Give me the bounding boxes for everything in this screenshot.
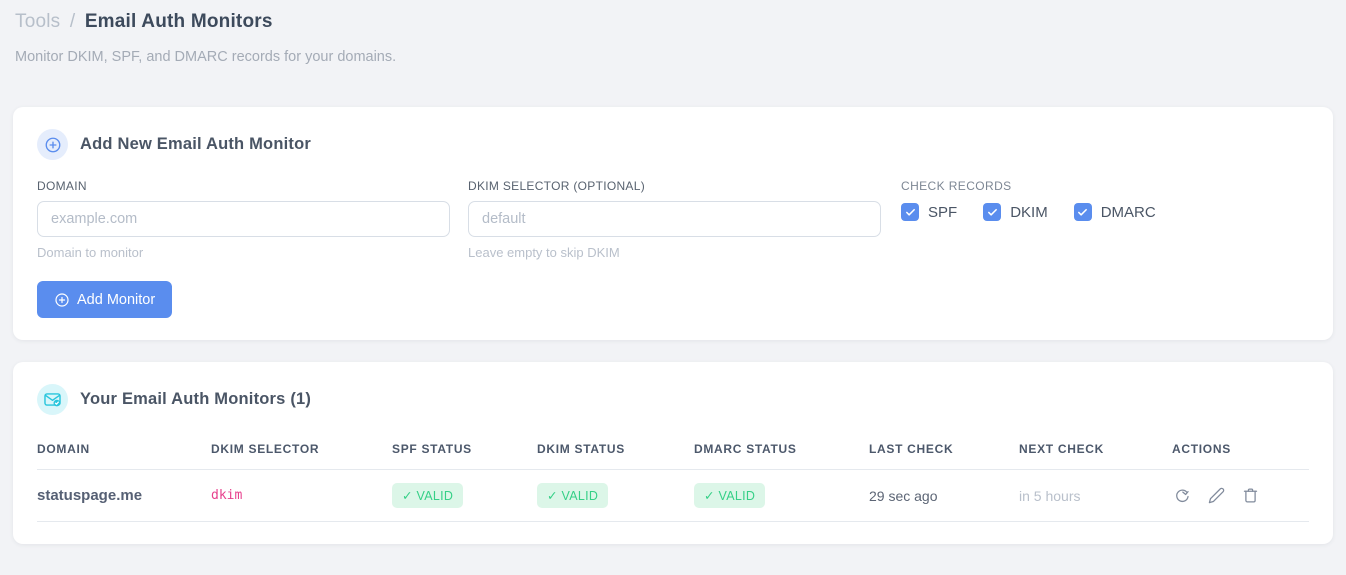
add-card-title: Add New Email Auth Monitor <box>80 135 311 153</box>
col-header-actions: ACTIONS <box>1172 434 1309 470</box>
page-subtitle: Monitor DKIM, SPF, and DMARC records for… <box>15 49 397 65</box>
domain-input[interactable] <box>37 201 450 237</box>
dkim-selector-field-group: DKIM SELECTOR (OPTIONAL) Leave empty to … <box>468 179 881 260</box>
monitors-card: Your Email Auth Monitors (1) DOMAIN DKIM… <box>13 362 1333 544</box>
table-row: statuspage.me dkim ✓ VALID ✓ VALID ✓ VAL… <box>37 469 1309 522</box>
trash-icon[interactable] <box>1240 485 1261 506</box>
add-monitor-button-label: Add Monitor <box>77 291 156 308</box>
monitor-dkim-selector: dkim <box>211 469 392 522</box>
breadcrumb: Tools / Email Auth Monitors <box>15 11 1333 33</box>
domain-helper: Domain to monitor <box>37 245 144 260</box>
monitors-card-title: Your Email Auth Monitors (1) <box>80 390 312 408</box>
add-card-header: Add New Email Auth Monitor <box>37 129 1309 160</box>
dmarc-checkbox[interactable]: DMARC <box>1073 203 1156 221</box>
col-header-last-check: LAST CHECK <box>869 434 1019 470</box>
add-monitor-button[interactable]: Add Monitor <box>37 281 173 318</box>
spf-status-badge: ✓ VALID <box>392 483 464 508</box>
monitors-card-header: Your Email Auth Monitors (1) <box>37 384 1309 415</box>
page-title: Email Auth Monitors <box>84 11 273 32</box>
col-header-dmarc-status: DMARC STATUS <box>694 434 869 470</box>
col-header-domain: DOMAIN <box>37 434 211 470</box>
breadcrumb-tools-link[interactable]: Tools <box>15 11 60 32</box>
col-header-spf-status: SPF STATUS <box>392 434 537 470</box>
dkim-checkbox-label: DKIM <box>1010 203 1048 221</box>
edit-pencil-icon[interactable] <box>1206 485 1227 506</box>
dkim-selector-label: DKIM SELECTOR (OPTIONAL) <box>468 179 646 193</box>
col-header-dkim-status: DKIM STATUS <box>537 434 694 470</box>
domain-label: DOMAIN <box>37 179 87 193</box>
circle-plus-icon <box>54 292 70 308</box>
check-records-label: CHECK RECORDS <box>901 179 1012 193</box>
domain-field-group: DOMAIN Domain to monitor <box>37 179 450 260</box>
checkbox-checked-icon <box>901 203 919 221</box>
breadcrumb-separator: / <box>69 11 76 32</box>
col-header-dkim-selector: DKIM SELECTOR <box>211 434 392 470</box>
dkim-selector-input[interactable] <box>468 201 881 237</box>
monitors-table: DOMAIN DKIM SELECTOR SPF STATUS DKIM STA… <box>37 434 1309 522</box>
dmarc-checkbox-label: DMARC <box>1100 203 1156 221</box>
add-monitor-card: Add New Email Auth Monitor DOMAIN Domain… <box>13 107 1333 340</box>
dkim-checkbox[interactable]: DKIM <box>983 203 1048 221</box>
dmarc-status-badge: ✓ VALID <box>694 483 766 508</box>
circle-plus-icon <box>37 129 68 160</box>
monitor-domain: statuspage.me <box>37 469 211 522</box>
dkim-selector-helper: Leave empty to skip DKIM <box>468 245 620 260</box>
spf-checkbox-label: SPF <box>928 203 958 221</box>
email-check-icon <box>37 384 68 415</box>
check-records-group: CHECK RECORDS SPF DKIM DMARC <box>901 179 1156 260</box>
monitor-last-check: 29 sec ago <box>869 469 1019 522</box>
col-header-next-check: NEXT CHECK <box>1019 434 1172 470</box>
monitor-next-check: in 5 hours <box>1019 469 1172 522</box>
checkbox-checked-icon <box>983 203 1002 221</box>
dkim-status-badge: ✓ VALID <box>537 483 609 508</box>
page: Tools / Email Auth Monitors Monitor DKIM… <box>0 0 1346 544</box>
refresh-icon[interactable] <box>1172 485 1193 506</box>
table-header-row: DOMAIN DKIM SELECTOR SPF STATUS DKIM STA… <box>37 434 1309 470</box>
checkbox-checked-icon <box>1073 203 1092 221</box>
add-monitor-form: DOMAIN Domain to monitor DKIM SELECTOR (… <box>37 179 1309 260</box>
row-actions <box>1172 485 1309 506</box>
spf-checkbox[interactable]: SPF <box>901 203 957 221</box>
